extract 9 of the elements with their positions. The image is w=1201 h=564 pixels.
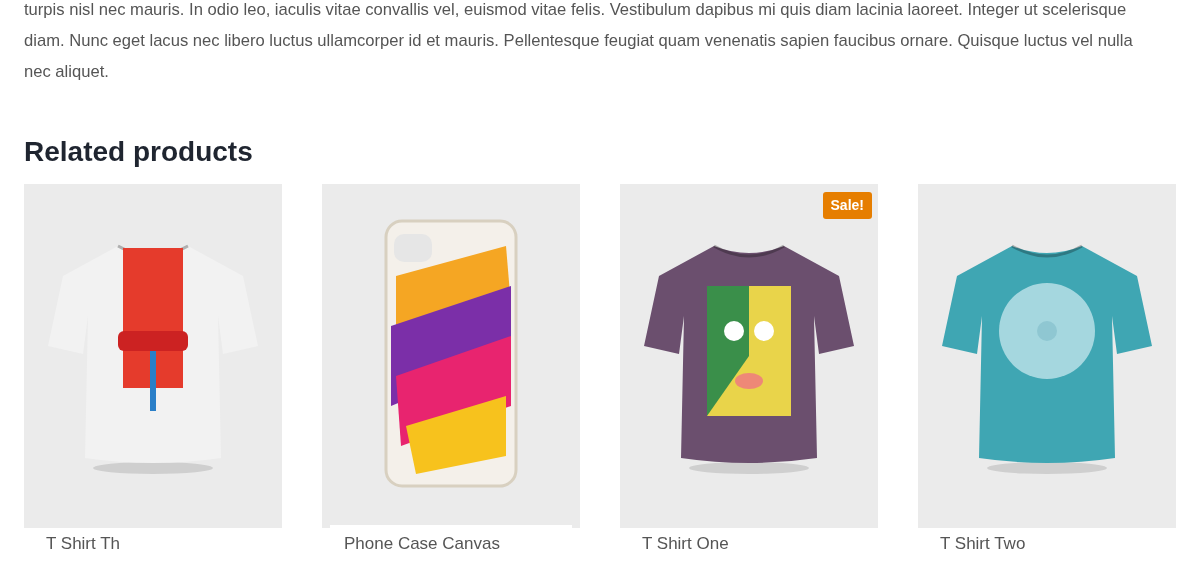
product-title-link[interactable]: Phone Case Canvas — [344, 534, 580, 554]
product-title-link[interactable]: T Shirt Th — [46, 534, 282, 554]
product-title-link[interactable]: T Shirt Two — [940, 534, 1176, 554]
product-image-card[interactable] — [24, 184, 282, 528]
product-image-card[interactable] — [322, 184, 580, 528]
section-heading: Related products — [24, 135, 254, 169]
description-paragraph: turpis nisl nec mauris. In odio leo, iaculis vitae convallis vel, euismod vitae felis. Vestibulum dapibus mi quis diam lacinia laoreet. Integer ut scelerisque diam. Nunc eget lacus nec libero luctus ullamcorper id et mauris. Pellentesque feugiat quam venenatis sapien faucibus ornare. Quisque luctus vel nulla nec aliquet. — [24, 0, 1134, 83]
sale-badge: Sale! — [822, 192, 872, 219]
product-title-link[interactable]: T Shirt One — [642, 534, 878, 554]
